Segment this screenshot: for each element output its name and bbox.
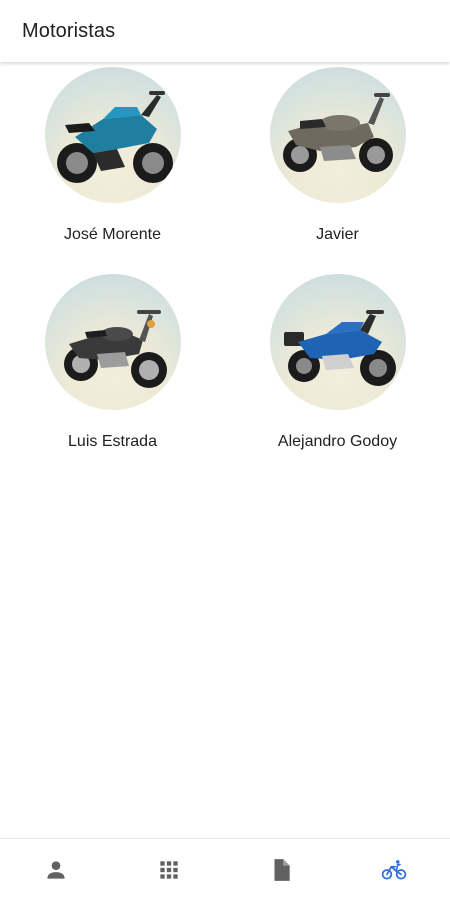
person-icon	[47, 860, 65, 879]
driver-avatar	[45, 67, 181, 203]
driver-name: Luis Estrada	[68, 433, 157, 450]
page-title: Motoristas	[22, 20, 116, 42]
apps-grid-icon	[160, 860, 178, 879]
motorcycle-image	[64, 310, 167, 388]
driver-avatar	[270, 67, 406, 203]
driver-card[interactable]: Alejandro Godoy	[225, 269, 450, 476]
nav-item-documents[interactable]	[225, 839, 338, 900]
driver-name: José Morente	[64, 226, 161, 243]
driver-card[interactable]: Luis Estrada	[0, 269, 225, 476]
driver-avatar	[45, 274, 181, 410]
bottom-navigation	[0, 838, 450, 900]
motorcycle-image	[283, 93, 393, 172]
bicycle-icon	[381, 859, 406, 880]
driver-card[interactable]: Javier	[225, 62, 450, 269]
motorcycle-image	[57, 91, 173, 183]
driver-avatar	[270, 274, 406, 410]
nav-item-apps[interactable]	[113, 839, 226, 900]
driver-name: Javier	[316, 226, 359, 243]
motorcycle-image	[284, 310, 396, 386]
driver-card[interactable]: José Morente	[0, 62, 225, 269]
driver-name: Alejandro Godoy	[277, 433, 398, 450]
drivers-grid: José Morente Javier Luis Estrada Alejand…	[0, 62, 450, 476]
nav-item-profile[interactable]	[0, 839, 113, 900]
app-bar: Motoristas	[0, 0, 450, 62]
document-icon	[274, 858, 290, 881]
nav-item-drivers[interactable]	[338, 839, 450, 900]
